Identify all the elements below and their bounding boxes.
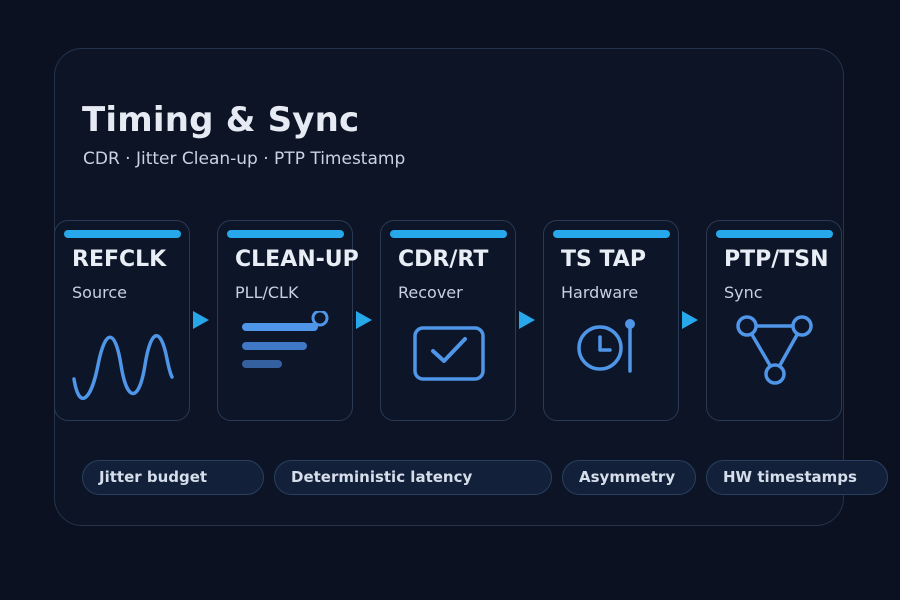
flow-arrow-icon xyxy=(519,311,535,329)
flow-arrow-icon xyxy=(682,311,698,329)
stage-card-clean-up: CLEAN-UP PLL/CLK xyxy=(217,220,359,421)
stage-card-ts-tap: TS TAP Hardware xyxy=(543,220,679,421)
stage-title: TS TAP xyxy=(561,247,646,272)
stage-title: CLEAN-UP xyxy=(235,247,359,272)
stage-accent-bar xyxy=(390,230,507,238)
flow-arrow-icon xyxy=(193,311,209,329)
stage-subtitle: Source xyxy=(72,283,127,302)
tag-hw-timestamps: HW timestamps xyxy=(706,460,888,495)
tag-asymmetry: Asymmetry xyxy=(562,460,696,495)
network-triangle-icon xyxy=(736,315,813,385)
stage-title: REFCLK xyxy=(72,247,167,272)
tag-jitter-budget: Jitter budget xyxy=(82,460,264,495)
stage-subtitle: Sync xyxy=(724,283,763,302)
stage-accent-bar xyxy=(716,230,833,238)
flow-arrow-icon xyxy=(356,311,372,329)
page-title: Timing & Sync xyxy=(82,100,360,140)
sine-wave-icon xyxy=(72,334,174,401)
stage-subtitle: PLL/CLK xyxy=(235,283,299,302)
stage-title: PTP/TSN xyxy=(724,247,829,272)
stage-card-ptp-tsn: PTP/TSN Sync xyxy=(706,220,842,421)
stage-accent-bar xyxy=(227,230,344,238)
stage-title: CDR/RT xyxy=(398,247,489,272)
stage-card-cdr-rt: CDR/RT Recover xyxy=(380,220,516,421)
stage-accent-bar xyxy=(553,230,670,238)
checkbox-icon xyxy=(413,326,485,381)
stage-subtitle: Hardware xyxy=(561,283,639,302)
tag-deterministic-latency: Deterministic latency xyxy=(274,460,552,495)
stage-accent-bar xyxy=(64,230,181,238)
clock-probe-icon xyxy=(577,319,635,373)
page-subtitle: CDR · Jitter Clean-up · PTP Timestamp xyxy=(83,149,406,169)
stage-subtitle: Recover xyxy=(398,283,463,302)
stage-card-refclk: REFCLK Source xyxy=(54,220,190,421)
filter-bars-icon xyxy=(242,311,329,368)
